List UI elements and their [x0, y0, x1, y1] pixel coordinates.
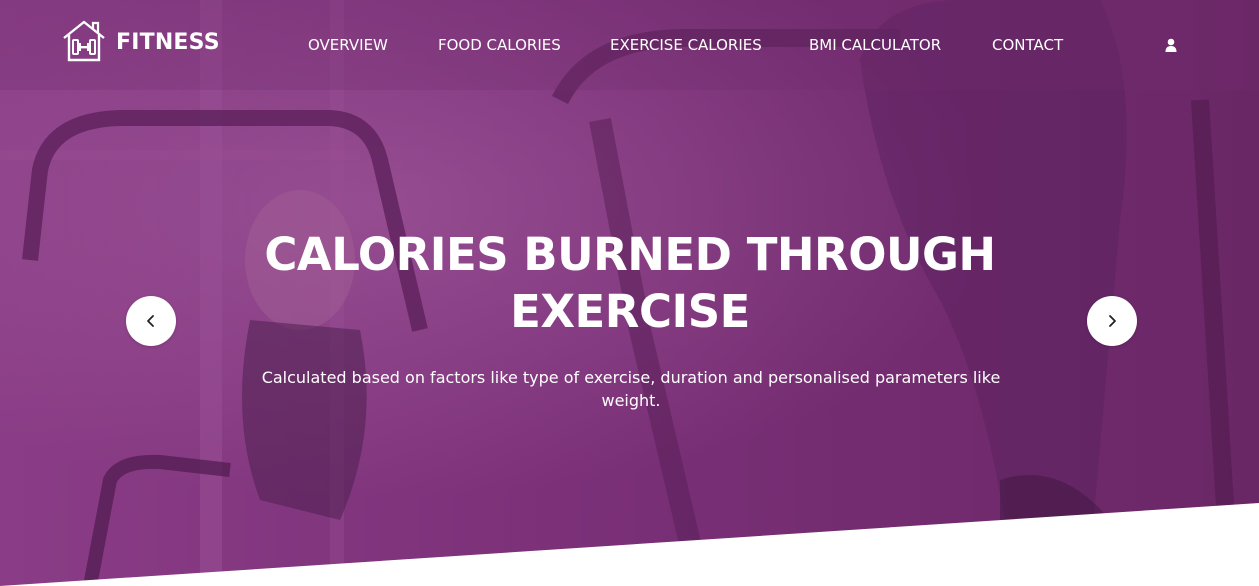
chevron-right-icon — [1109, 315, 1116, 327]
slider-next-button[interactable] — [1087, 296, 1137, 346]
hero-subtitle: Calculated based on factors like type of… — [261, 368, 1001, 410]
chevron-left-icon — [147, 315, 154, 327]
slider-prev-button[interactable] — [126, 296, 176, 346]
user-icon[interactable] — [1164, 38, 1178, 52]
nav-item-bmi-calculator[interactable]: BMI CALCULATOR — [809, 36, 941, 54]
hero-title: CALORIES BURNED THROUGH EXERCISE — [264, 228, 996, 338]
nav-item-food-calories[interactable]: FOOD CALORIES — [438, 36, 561, 54]
nav-item-exercise-calories[interactable]: EXERCISE CALORIES — [610, 36, 762, 54]
nav-item-contact[interactable]: CONTACT — [992, 36, 1063, 54]
main-menu: OVERVIEW FOOD CALORIES EXERCISE CALORIES… — [0, 36, 1259, 56]
top-navbar: FITNESS OVERVIEW FOOD CALORIES EXERCISE … — [0, 0, 1259, 90]
nav-item-overview[interactable]: OVERVIEW — [308, 36, 388, 54]
hero-slider: FITNESS OVERVIEW FOOD CALORIES EXERCISE … — [0, 0, 1259, 586]
